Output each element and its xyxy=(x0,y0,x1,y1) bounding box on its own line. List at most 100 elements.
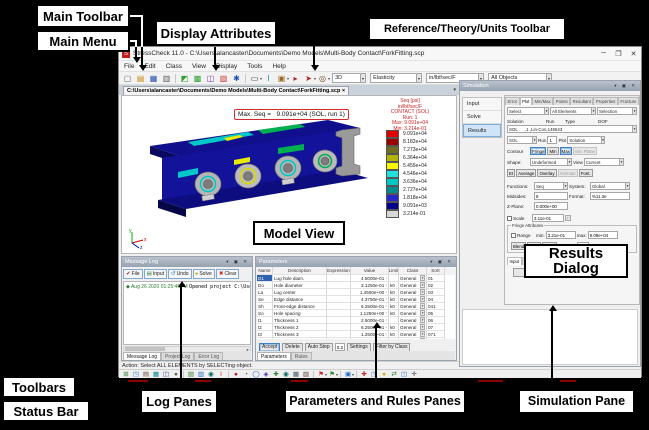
param-cell[interactable] xyxy=(389,275,399,282)
param-cell[interactable]: 1.6250e+00↕ xyxy=(351,338,389,339)
min-input[interactable]: 3.21e-01 xyxy=(546,231,576,239)
display-mode-icon[interactable]: ▭ xyxy=(249,73,260,84)
overlay-button[interactable]: Overlay xyxy=(537,169,556,177)
selection-dropdown[interactable]: Selection▾ xyxy=(597,107,637,115)
fringe-button[interactable]: Fringe xyxy=(530,147,546,155)
scale-input[interactable]: 3.11e-01 xyxy=(532,214,564,222)
solve-button[interactable]: ▸Solve xyxy=(193,269,215,279)
image-capture-icon[interactable]: ▣ xyxy=(276,73,287,84)
param-cell[interactable]: 4.3750e-01↕ xyxy=(351,296,389,303)
param-cell[interactable]: Hole spacing xyxy=(273,310,327,317)
tab-plot[interactable]: Plot xyxy=(520,97,532,105)
param-cell[interactable]: k0 xyxy=(389,324,399,331)
select-body-icon[interactable]: ◈ xyxy=(262,370,271,378)
maximize-button[interactable]: ❐ xyxy=(611,50,626,58)
table-row[interactable]: WWidth1.6250e+00↕k0General▾08 xyxy=(257,338,455,339)
value-spinner-icon[interactable]: ↕ xyxy=(385,325,387,329)
select-mode-icon[interactable]: ➤ xyxy=(303,73,314,84)
table-row[interactable]: SoHole spacing1.1250e+00↕k0General▾05 xyxy=(257,310,455,317)
min-button[interactable]: Min xyxy=(547,147,558,155)
close-button[interactable]: ✕ xyxy=(626,50,641,58)
param-cell[interactable] xyxy=(327,275,351,282)
file-button[interactable]: ✔File xyxy=(123,269,143,279)
select-face-icon[interactable]: ◯ xyxy=(252,370,261,378)
param-cell[interactable]: Lug hole diam. xyxy=(273,275,327,282)
param-cell[interactable]: 06 xyxy=(427,317,445,324)
swap-green-icon[interactable]: ⇄ xyxy=(390,370,399,378)
auto-step-input[interactable]: 0.2 xyxy=(335,343,345,351)
add-object-icon[interactable]: ✚ xyxy=(272,370,281,378)
parameters-titlebar[interactable]: Parameters ▾ ▣ ✕ xyxy=(256,257,456,267)
param-cell[interactable]: k0 xyxy=(389,331,399,338)
param-cell[interactable] xyxy=(327,338,351,339)
chevron-down-icon[interactable]: ▾ xyxy=(420,338,425,339)
chevron-down-icon[interactable]: ▾ xyxy=(420,275,425,281)
dropdown-chevron-icon[interactable]: ▾ xyxy=(336,372,338,377)
pane-controls-icons[interactable]: ▾ ▣ ✕ xyxy=(226,259,249,265)
param-cell[interactable]: 3.1250e-01↕ xyxy=(351,282,389,289)
shape-dropdown[interactable]: Undeformed▾ xyxy=(530,158,572,166)
input-button[interactable]: ▤Input xyxy=(144,269,167,279)
param-cell[interactable]: t1 xyxy=(257,317,273,324)
chevron-down-icon[interactable]: ▾ xyxy=(416,74,421,82)
param-cell[interactable]: Do xyxy=(257,282,273,289)
zplane-input[interactable]: 0.000e+00 xyxy=(534,202,568,210)
chevron-down-icon[interactable]: ▾ xyxy=(420,303,425,309)
value-spinner-icon[interactable]: ↕ xyxy=(385,297,387,301)
undo-button[interactable]: ↺Undo xyxy=(168,269,192,279)
nav-input[interactable]: Input xyxy=(463,98,501,111)
param-cell[interactable]: k0 xyxy=(389,338,399,339)
table-row[interactable]: t1Thickness 12.5000e-01↕General▾06 xyxy=(257,317,455,324)
param-cell[interactable]: General▾ xyxy=(399,310,427,317)
axes-cross-icon[interactable]: ✛ xyxy=(410,370,419,378)
param-cell[interactable]: General▾ xyxy=(399,338,427,339)
format-input[interactable]: %11.3e xyxy=(590,192,630,200)
param-cell[interactable]: 01 xyxy=(427,275,445,282)
value-spinner-icon[interactable]: ↕ xyxy=(385,332,387,336)
message-log-titlebar[interactable]: Message Log ▾ ▣ ✕ xyxy=(122,257,252,267)
param-cell[interactable]: k0 xyxy=(389,289,399,296)
param-cell[interactable]: Front-edge distance xyxy=(273,303,327,310)
table-row[interactable]: D1Lug hole diam. 4.5000e-01↕ General▾01 xyxy=(257,275,455,282)
param-cell[interactable]: t3 xyxy=(257,331,273,338)
simulation-titlebar[interactable]: Simulation ▾ ▣ ✕ xyxy=(460,81,640,91)
param-cell[interactable]: k0 xyxy=(389,296,399,303)
param-cell[interactable]: 4.5000e-01↕ xyxy=(351,275,389,282)
chevron-down-icon[interactable]: ▾ xyxy=(420,282,425,288)
param-cell[interactable]: So xyxy=(257,310,273,317)
view-dropdown[interactable]: Current▾ xyxy=(584,158,624,166)
param-cell[interactable]: 071 xyxy=(427,331,445,338)
functions-dropdown[interactable]: Seq▾ xyxy=(534,182,568,190)
dropdown-chevron-icon[interactable]: ▾ xyxy=(260,76,262,81)
et-button[interactable]: Et xyxy=(507,169,515,177)
sec-plane-button[interactable]: Sec Plane xyxy=(573,147,597,155)
document-tab[interactable]: C:\Users\alancaster\Documents\Demo Model… xyxy=(123,86,349,95)
param-cell[interactable]: 2.5000e-01↕ xyxy=(351,317,389,324)
rotate-view-icon[interactable]: ▦ xyxy=(152,370,161,378)
tab-parameters[interactable]: Parameters xyxy=(257,352,291,360)
param-cell[interactable]: 03 xyxy=(427,289,445,296)
param-cell[interactable]: General▾ xyxy=(399,275,427,282)
tab-project-log[interactable]: Project Log xyxy=(161,352,194,360)
param-cell[interactable]: 08 xyxy=(427,338,445,339)
max-button[interactable]: Max xyxy=(560,147,572,155)
dropdown-chevron-icon[interactable]: ▾ xyxy=(287,76,289,81)
beam-section-icon[interactable]: I xyxy=(263,73,274,84)
play-run-icon[interactable]: ▸ xyxy=(290,73,301,84)
param-cell[interactable]: Thickness 2 xyxy=(273,324,327,331)
clear-button[interactable]: ✖Clear xyxy=(216,269,240,279)
save-file-icon[interactable]: ▦ xyxy=(148,73,159,84)
param-cell[interactable]: 05 xyxy=(427,310,445,317)
param-cell[interactable]: 04 xyxy=(427,296,445,303)
tab-error-log[interactable]: Error Log xyxy=(194,352,223,360)
dot-yellow-icon[interactable]: ● xyxy=(380,370,389,378)
scale-spinner-icon[interactable]: ↕ xyxy=(565,215,571,221)
param-cell[interactable]: D1 xyxy=(257,275,273,282)
value-spinner-icon[interactable]: ↕ xyxy=(385,276,387,280)
chevron-down-icon[interactable]: ▾ xyxy=(420,331,425,337)
system-dropdown[interactable]: Global▾ xyxy=(590,182,630,190)
font-button[interactable]: Font. xyxy=(579,169,593,177)
param-cell[interactable]: Sh xyxy=(257,303,273,310)
param-cell[interactable]: 1.1250e+00↕ xyxy=(351,310,389,317)
param-cell[interactable]: 6.2500e-01↕ xyxy=(351,324,389,331)
